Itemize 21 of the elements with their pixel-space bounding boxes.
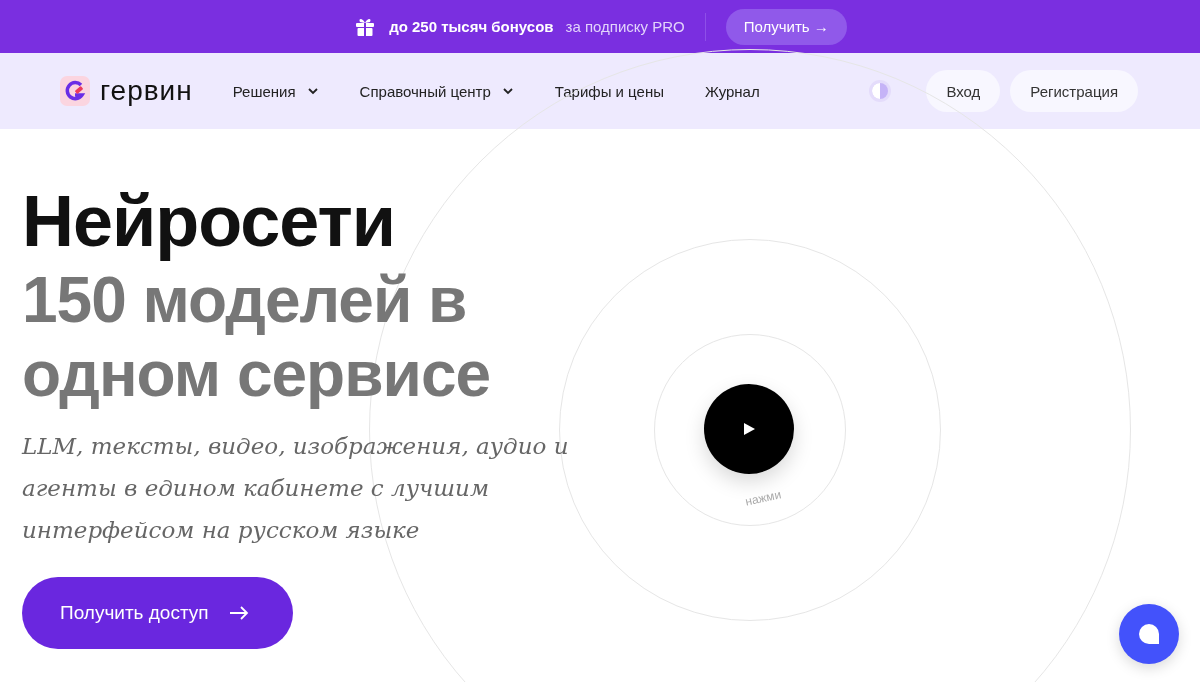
logo-text: гервин — [100, 75, 193, 107]
header-button[interactable]: Регистрация — [1010, 70, 1138, 112]
nav-link[interactable]: Решения — [232, 82, 319, 100]
arrow-right-icon — [228, 606, 249, 620]
get-access-button[interactable]: Получить доступ — [22, 577, 293, 649]
promo-text: за подписку PRO — [565, 18, 685, 35]
chat-bubble-icon — [1139, 624, 1159, 644]
promo-highlight: до 250 тысяч бонусов — [389, 18, 554, 35]
get-bonus-button[interactable]: Получить → — [725, 8, 847, 45]
nav-link[interactable]: Справочный центр — [359, 82, 514, 100]
play-icon — [742, 422, 756, 436]
hero-subtitle: 150 моделей в одном сервисе — [22, 263, 492, 411]
nav-link[interactable]: Журнал — [704, 82, 760, 100]
hero-title: Нейросети — [22, 180, 396, 263]
nav-link[interactable]: Тарифы и цены — [554, 82, 664, 100]
theme-toggle-icon[interactable] — [868, 79, 893, 103]
play-hint: нажми — [743, 487, 783, 509]
logo-icon — [60, 76, 90, 106]
chat-button[interactable] — [1119, 604, 1179, 664]
header-button[interactable]: Вход — [926, 70, 1001, 112]
hero-tagline: LLM, тексты, видео, изображения, аудио и агенты в едином кабинете с лучшим интерфейсом на русском языке — [22, 432, 570, 545]
